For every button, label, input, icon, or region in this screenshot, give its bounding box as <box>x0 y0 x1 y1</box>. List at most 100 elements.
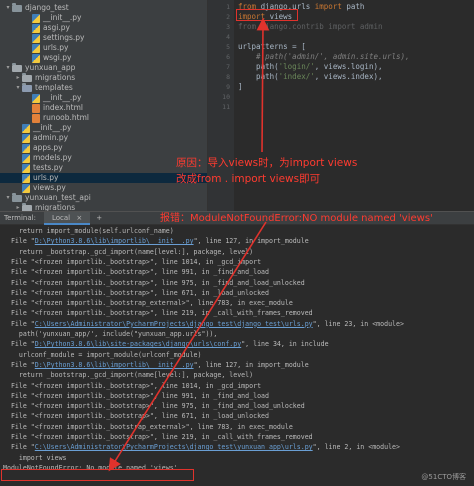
terminal-text: return _bootstrap._gcd_import(name[level… <box>3 371 254 380</box>
tree-item[interactable]: tests.py <box>0 163 63 173</box>
tree-item[interactable]: ▾ yunxuan_test_api <box>0 192 91 203</box>
terminal-output[interactable]: return import_module(self.urlconf_name) … <box>0 225 474 486</box>
line-number: 1 <box>226 3 230 11</box>
close-icon[interactable]: × <box>76 214 82 222</box>
tree-item[interactable]: ▸ migrations <box>0 72 76 83</box>
terminal-text: File "<frozen importlib._bootstrap>", li… <box>3 412 269 421</box>
terminal-tab-local[interactable]: Local × <box>43 211 91 225</box>
terminal-line: import views <box>3 454 67 463</box>
terminal-text: File " <box>3 237 35 246</box>
code-token: , views.login), <box>314 62 383 71</box>
cause-annotation-line2: 改成from . import views即可 <box>176 173 321 185</box>
tree-item[interactable]: runoob.html <box>0 113 89 123</box>
tree-item-label: asgi.py <box>43 23 70 32</box>
terminal-text: ", line 34, in include <box>241 340 329 349</box>
terminal-text: urlconf_module = import_module(urlconf_m… <box>3 350 202 359</box>
tree-item[interactable]: index.html <box>0 103 83 113</box>
folder-icon <box>12 2 22 12</box>
add-terminal-icon[interactable]: + <box>90 214 108 222</box>
tree-item[interactable]: ▾ yunxuan_app <box>0 62 75 73</box>
tree-item[interactable]: __init__.py <box>0 123 71 133</box>
terminal-text: ", line 127, in import_module <box>193 237 309 246</box>
file-path-link[interactable]: C:\Users\Administrator\PycharmProjects\d… <box>35 443 313 451</box>
tree-item-label: migrations <box>35 73 76 82</box>
error-annotation: 报错：ModuleNotFoundError:NO module named '… <box>160 213 433 224</box>
tree-item[interactable]: admin.py <box>0 133 68 143</box>
tree-item[interactable]: __init__.py <box>0 13 81 23</box>
python-file-icon <box>32 53 40 63</box>
terminal-line: File "D:\Python3.8.6\lib\site-packages\d… <box>3 340 329 349</box>
terminal-text: File "<frozen importlib._bootstrap>", li… <box>3 288 269 297</box>
folder-icon <box>22 82 32 92</box>
terminal-line: File "C:\Users\Administrator\PycharmProj… <box>3 443 400 452</box>
folder-icon <box>12 62 22 72</box>
tree-item-label: __init__.py <box>43 93 82 102</box>
line-number: 9 <box>226 83 230 91</box>
chevron-down-icon[interactable]: ▾ <box>4 193 12 203</box>
file-path-link[interactable]: D:\Python3.8.6\lib\importlib\__init__.py <box>35 361 194 369</box>
file-path-link[interactable]: D:\Python3.8.6\lib\site-packages\django\… <box>35 340 241 348</box>
chevron-right-icon[interactable]: ▸ <box>14 203 22 211</box>
tree-item[interactable]: ▸ migrations <box>0 202 75 211</box>
terminal-text: File "<frozen importlib._bootstrap>", li… <box>3 381 262 390</box>
chevron-down-icon[interactable]: ▾ <box>4 63 12 73</box>
html-file-icon <box>32 113 40 123</box>
line-number: 4 <box>226 33 230 41</box>
chevron-down-icon[interactable]: ▾ <box>14 83 22 93</box>
line-number: 5 <box>226 43 230 51</box>
error-line-highlight <box>1 469 194 481</box>
tree-item[interactable]: urls.py <box>0 43 68 53</box>
tree-item[interactable]: settings.py <box>0 33 85 43</box>
tree-item[interactable]: ▾ templates <box>0 82 73 93</box>
terminal-line: return import_module(self.urlconf_name) <box>3 227 174 236</box>
tree-item-label: urls.py <box>43 43 69 52</box>
line-number: 2 <box>226 13 230 21</box>
terminal-text: ", line 23, in <module> <box>312 319 404 328</box>
folder-icon <box>22 72 32 82</box>
code-line: urlpatterns = [ <box>238 42 306 52</box>
tree-item[interactable]: asgi.py <box>0 23 70 33</box>
file-path-link[interactable]: C:\Users\Administrator\PycharmProjects\d… <box>35 320 313 328</box>
terminal-tab-label: Local <box>51 213 71 222</box>
file-path-link[interactable]: D:\Python3.8.6\lib\importlib\__init__.py <box>35 237 194 245</box>
code-token: path( <box>238 72 279 81</box>
terminal-line: File "<frozen importlib._bootstrap>", li… <box>3 382 261 391</box>
terminal-text: File " <box>3 443 35 452</box>
terminal-title: Terminal: <box>4 214 36 222</box>
python-file-icon <box>22 143 30 153</box>
code-token: , views.index), <box>314 72 383 81</box>
tree-item-label: settings.py <box>43 33 85 42</box>
terminal-text: File " <box>3 319 35 328</box>
watermark: @51CTO博客 <box>421 473 466 481</box>
terminal-line: File "<frozen importlib._bootstrap>", li… <box>3 268 269 277</box>
tree-item[interactable]: __init__.py <box>0 93 81 103</box>
terminal-line: path('yunxuan_app/', include("yunxuan_ap… <box>3 330 218 339</box>
python-file-icon <box>22 173 30 183</box>
terminal-line: File "<frozen importlib._bootstrap>", li… <box>3 309 313 318</box>
import-views-highlight <box>236 9 298 21</box>
chevron-right-icon[interactable]: ▸ <box>14 73 22 83</box>
terminal-text: ", line 2, in <module> <box>312 443 400 452</box>
terminal-text: return _bootstrap._gcd_import(name[level… <box>3 247 254 256</box>
terminal-text: File "<frozen importlib._bootstrap>", li… <box>3 268 269 277</box>
python-file-icon <box>22 183 30 193</box>
python-file-icon <box>22 123 30 133</box>
terminal-line: File "<frozen importlib._bootstrap>", li… <box>3 258 261 267</box>
tree-item[interactable]: apps.py <box>0 143 63 153</box>
python-file-icon <box>32 93 40 103</box>
code-token: import <box>314 2 347 11</box>
tree-item[interactable]: ▾ django_test <box>0 2 69 13</box>
tree-item[interactable]: views.py <box>0 183 66 193</box>
terminal-line: File "<frozen importlib._bootstrap>", li… <box>3 392 269 401</box>
tree-item[interactable]: models.py <box>0 153 72 163</box>
terminal-text: File " <box>3 360 35 369</box>
tree-item[interactable]: wsgi.py <box>0 53 71 63</box>
tree-item-label: __init__.py <box>43 13 82 22</box>
python-file-icon <box>32 33 40 43</box>
terminal-line: File "<frozen importlib._bootstrap>", li… <box>3 433 313 442</box>
terminal-text: File "<frozen importlib._bootstrap>", li… <box>3 433 313 441</box>
tree-item-label: django_test <box>25 3 69 12</box>
chevron-down-icon[interactable]: ▾ <box>4 3 12 13</box>
code-token: 'login/' <box>278 62 315 71</box>
html-file-icon <box>32 103 40 113</box>
